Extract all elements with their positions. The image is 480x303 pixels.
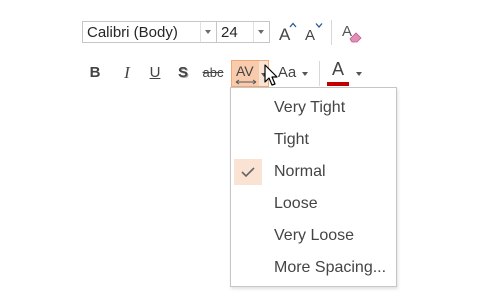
font-size-combo[interactable]: 24	[217, 21, 270, 43]
font-color-dropdown-arrow-icon[interactable]	[356, 72, 362, 76]
shrink-font-icon: A	[305, 23, 323, 44]
grow-font-icon: A	[279, 22, 297, 44]
menu-item-label: Very Tight	[274, 99, 346, 116]
menu-item-label: Tight	[274, 131, 309, 148]
shadow-button[interactable]: S	[173, 62, 193, 84]
font-color-button[interactable]: A	[327, 58, 349, 80]
font-size-value: 24	[221, 24, 238, 41]
svg-text:A: A	[279, 25, 291, 44]
change-case-dropdown-arrow-icon[interactable]	[302, 72, 308, 76]
font-name-dropdown-arrow-icon[interactable]	[205, 30, 211, 34]
toolbar-divider	[319, 61, 320, 86]
combo-separator	[200, 22, 201, 42]
menu-item-very-tight[interactable]: Very Tight	[232, 93, 396, 123]
font-name-combo[interactable]: Calibri (Body)	[82, 21, 217, 43]
grow-font-button[interactable]: A	[276, 20, 298, 44]
menu-item-loose[interactable]: Loose	[232, 189, 396, 219]
italic-button[interactable]: I	[117, 62, 137, 84]
menu-item-very-loose[interactable]: Very Loose	[232, 221, 396, 251]
character-spacing-menu: Very Tight Tight Normal Loose Very Loose…	[230, 87, 397, 287]
menu-item-tight[interactable]: Tight	[232, 125, 396, 155]
character-spacing-button[interactable]: AV	[231, 60, 260, 87]
eraser-icon: A	[342, 23, 362, 43]
font-name-value: Calibri (Body)	[87, 24, 178, 41]
mouse-pointer-icon	[264, 64, 278, 86]
clear-formatting-button[interactable]: A	[340, 20, 364, 44]
bold-button[interactable]: B	[85, 62, 105, 84]
menu-item-more-spacing[interactable]: More Spacing...	[232, 253, 396, 283]
menu-item-label: More Spacing...	[274, 259, 387, 276]
menu-item-label: Normal	[274, 163, 326, 180]
combo-separator	[253, 22, 254, 42]
strikethrough-button[interactable]: abc	[199, 62, 227, 84]
svg-text:A: A	[342, 23, 352, 40]
menu-item-label: Loose	[274, 195, 318, 212]
checkmark-icon	[241, 167, 255, 178]
svg-text:A: A	[305, 27, 315, 44]
font-color-bar	[327, 82, 349, 86]
menu-item-normal[interactable]: Normal	[232, 157, 396, 187]
toolbar-divider	[331, 20, 332, 45]
font-size-dropdown-arrow-icon[interactable]	[258, 30, 264, 34]
shrink-font-button[interactable]: A	[302, 20, 324, 44]
menu-item-label: Very Loose	[274, 227, 355, 244]
double-arrow-icon	[235, 79, 257, 85]
underline-button[interactable]: U	[145, 62, 165, 84]
character-spacing-label: AV	[236, 63, 254, 79]
